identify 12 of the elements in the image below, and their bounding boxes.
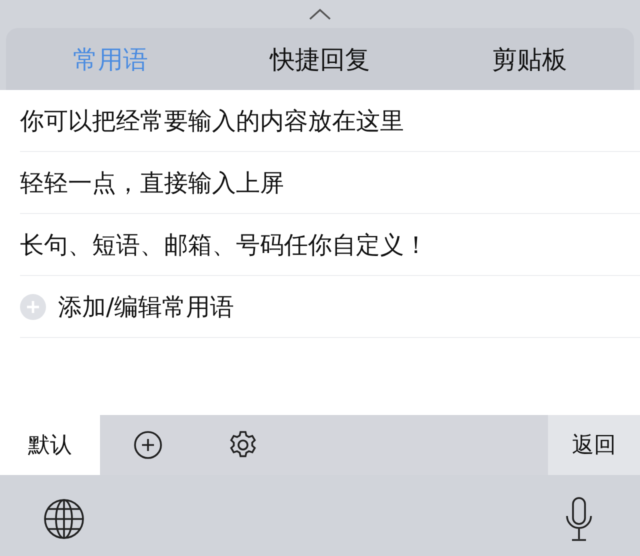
phrase-item[interactable]: 轻轻一点，直接输入上屏 — [20, 166, 284, 198]
group-tab[interactable]: 默认 — [0, 415, 100, 475]
phrase-item[interactable]: 你可以把经常要输入的内容放在这里 — [20, 104, 404, 136]
globe-icon[interactable] — [43, 498, 85, 540]
tab[interactable]: 快捷回复 — [215, 36, 425, 82]
back-button[interactable]: 返回 — [548, 415, 640, 475]
add-edit-phrases-link[interactable]: 添加/编辑常用语 — [58, 290, 234, 322]
microphone-icon[interactable] — [564, 496, 594, 542]
tab[interactable]: 剪贴板 — [424, 36, 634, 82]
collapse-chevron-icon[interactable] — [308, 8, 332, 20]
add-icon[interactable] — [133, 430, 163, 460]
phrase-item[interactable]: 长句、短语、邮箱、号码任你自定义！ — [20, 228, 428, 260]
